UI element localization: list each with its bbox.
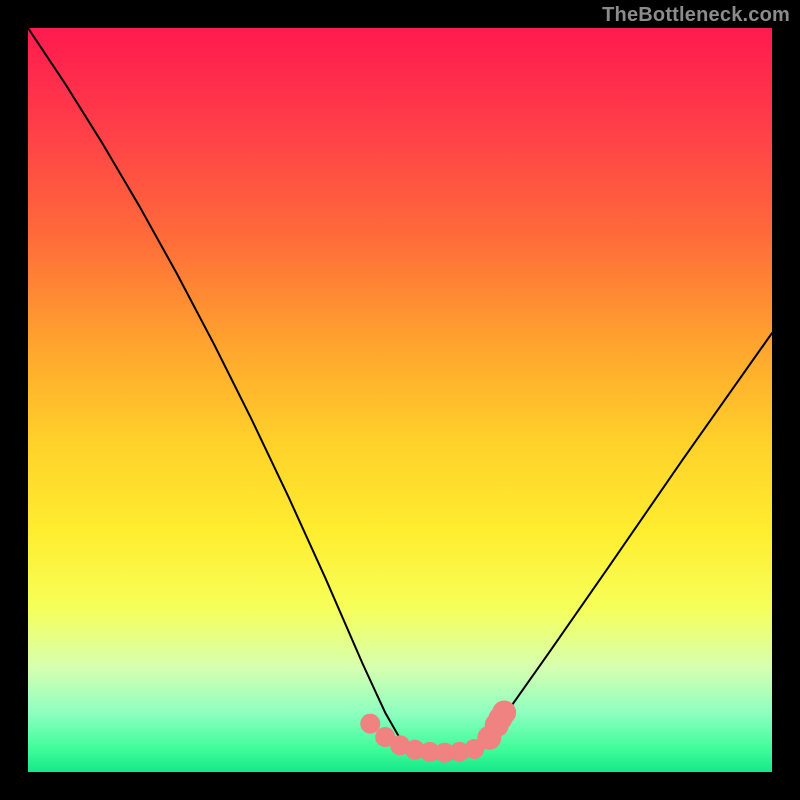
chart-frame: TheBottleneck.com <box>0 0 800 800</box>
marker-salmon-dot-0 <box>360 714 380 734</box>
marker-salmon-dot-11 <box>492 700 516 724</box>
watermark-text: TheBottleneck.com <box>602 4 790 27</box>
series-v-curve <box>28 28 772 753</box>
chart-svg <box>28 28 772 772</box>
plot-area <box>28 28 772 772</box>
